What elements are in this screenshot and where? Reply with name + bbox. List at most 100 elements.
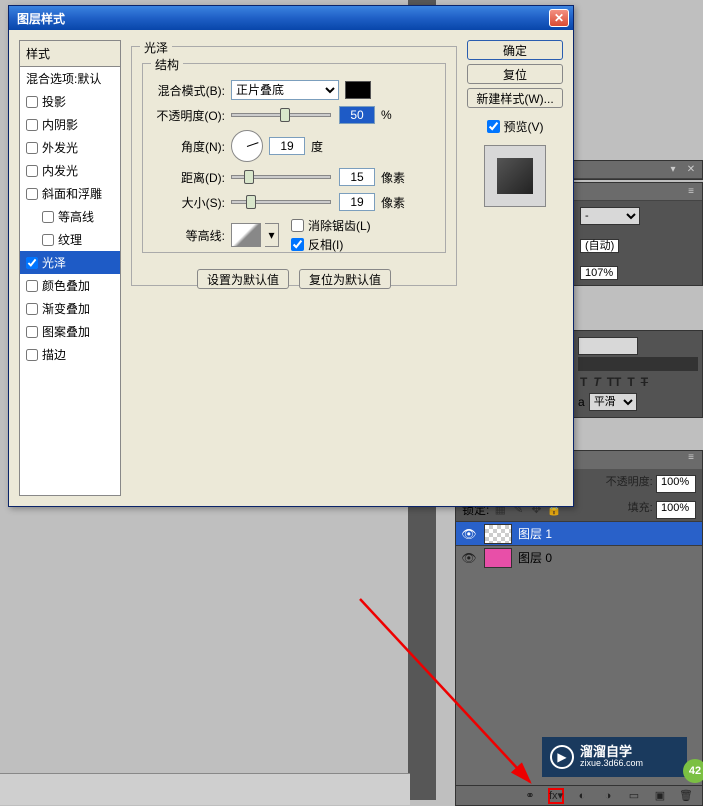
style-label: 内阴影 xyxy=(42,116,78,133)
color-bar[interactable] xyxy=(578,357,698,371)
style-item[interactable]: 斜面和浮雕 xyxy=(20,182,120,205)
style-checkbox[interactable] xyxy=(26,257,38,269)
style-checkbox[interactable] xyxy=(26,303,38,315)
contour-dropdown-icon[interactable]: ▾ xyxy=(265,223,279,247)
angle-input[interactable] xyxy=(269,137,305,155)
mask-icon[interactable]: ◐ xyxy=(574,788,590,804)
panel-menu-icon[interactable]: ▾ xyxy=(666,164,680,176)
type-style-icons[interactable]: T T TT T T xyxy=(580,375,698,389)
antialias-select[interactable]: 平滑 xyxy=(589,393,637,411)
char-select[interactable] xyxy=(578,337,638,355)
style-checkbox[interactable] xyxy=(26,349,38,361)
style-checkbox[interactable] xyxy=(26,280,38,292)
layer-fill-field[interactable]: 100% xyxy=(656,501,696,519)
close-button[interactable]: ✕ xyxy=(549,9,569,27)
style-checkbox[interactable] xyxy=(26,142,38,154)
style-item[interactable]: 光泽 xyxy=(20,251,120,274)
badge: 42 xyxy=(683,759,703,783)
style-item[interactable]: 等高线 xyxy=(20,205,120,228)
satin-color-swatch[interactable] xyxy=(345,81,371,99)
blend-mode-select[interactable]: 正片叠底 xyxy=(231,80,339,100)
panel-auto-field[interactable]: (自动) xyxy=(580,239,619,253)
style-checkbox[interactable] xyxy=(26,165,38,177)
style-item[interactable]: 外发光 xyxy=(20,136,120,159)
styles-list: 样式 混合选项:默认 投影内阴影外发光内发光斜面和浮雕等高线纹理光泽颜色叠加渐变… xyxy=(19,40,121,496)
style-label: 斜面和浮雕 xyxy=(42,185,102,202)
layer-opacity-field[interactable]: 100% xyxy=(656,475,696,493)
style-label: 纹理 xyxy=(58,231,82,248)
panel-select-1[interactable]: - xyxy=(580,207,640,225)
invert-checkbox[interactable]: 反相(I) xyxy=(291,236,371,253)
angle-dial[interactable] xyxy=(231,130,263,162)
layer-name[interactable]: 图层 1 xyxy=(518,525,552,542)
style-label: 图案叠加 xyxy=(42,323,90,340)
size-unit: 像素 xyxy=(381,194,405,211)
styles-header[interactable]: 样式 xyxy=(20,41,120,67)
layer-row-1[interactable]: 👁 图层 1 xyxy=(456,521,702,545)
style-item[interactable]: 图案叠加 xyxy=(20,320,120,343)
layer-thumbnail[interactable] xyxy=(484,548,512,568)
character-panel: T T TT T T a 平滑 xyxy=(573,330,703,418)
layer-row-0[interactable]: 👁 图层 0 xyxy=(456,545,702,569)
style-checkbox[interactable] xyxy=(26,188,38,200)
group-title: 光泽 xyxy=(140,39,172,56)
style-item[interactable]: 投影 xyxy=(20,90,120,113)
set-default-button[interactable]: 设置为默认值 xyxy=(197,269,289,289)
watermark-title: 溜溜自学 xyxy=(580,745,643,759)
panel-percent-field[interactable]: 107% xyxy=(580,266,618,280)
style-checkbox[interactable] xyxy=(26,119,38,131)
adjustment-icon[interactable]: ◑ xyxy=(600,788,616,804)
style-item[interactable]: 内发光 xyxy=(20,159,120,182)
panel-close-icon[interactable]: ✕ xyxy=(684,164,698,176)
visibility-icon[interactable]: 👁 xyxy=(460,551,478,565)
fill-label: 填充: xyxy=(628,502,653,514)
style-item[interactable]: 内阴影 xyxy=(20,113,120,136)
preview-thumbnail xyxy=(484,145,546,207)
style-label: 外发光 xyxy=(42,139,78,156)
style-label: 投影 xyxy=(42,93,66,110)
contour-label: 等高线: xyxy=(153,227,225,244)
layers-menu-icon[interactable]: ≡ xyxy=(684,451,698,463)
style-checkbox[interactable] xyxy=(42,211,54,223)
style-item[interactable]: 渐变叠加 xyxy=(20,297,120,320)
link-layers-icon[interactable]: ⚭ xyxy=(522,788,538,804)
style-item[interactable]: 纹理 xyxy=(20,228,120,251)
cancel-button[interactable]: 复位 xyxy=(467,64,563,84)
opacity-input[interactable] xyxy=(339,106,375,124)
reset-default-button[interactable]: 复位为默认值 xyxy=(299,269,391,289)
style-item[interactable]: 颜色叠加 xyxy=(20,274,120,297)
watermark-url: zixue.3d66.com xyxy=(580,759,643,769)
fx-icon[interactable]: fx▾ xyxy=(548,788,564,804)
panel-menu-icon[interactable]: ≡ xyxy=(684,186,698,198)
new-layer-icon[interactable]: ▣ xyxy=(652,788,668,804)
distance-input[interactable] xyxy=(339,168,375,186)
opacity-slider[interactable] xyxy=(231,113,331,117)
visibility-icon[interactable]: 👁 xyxy=(460,527,478,541)
antialias-checkbox[interactable]: 消除锯齿(L) xyxy=(291,217,371,234)
structure-group: 结构 混合模式(B): 正片叠底 不透明度(O): % 角度(N): xyxy=(142,63,446,253)
angle-label: 角度(N): xyxy=(153,138,225,155)
style-label: 内发光 xyxy=(42,162,78,179)
blend-options-item[interactable]: 混合选项:默认 xyxy=(20,67,120,90)
ok-button[interactable]: 确定 xyxy=(467,40,563,60)
layer-thumbnail[interactable] xyxy=(484,524,512,544)
preview-checkbox[interactable]: 预览(V) xyxy=(467,118,563,135)
opacity-unit: % xyxy=(381,108,392,122)
style-checkbox[interactable] xyxy=(26,96,38,108)
style-item[interactable]: 描边 xyxy=(20,343,120,366)
layer-style-dialog: 图层样式 ✕ 样式 混合选项:默认 投影内阴影外发光内发光斜面和浮雕等高线纹理光… xyxy=(8,5,574,507)
style-label: 描边 xyxy=(42,346,66,363)
layer-name[interactable]: 图层 0 xyxy=(518,549,552,566)
contour-picker[interactable] xyxy=(231,223,261,247)
size-input[interactable] xyxy=(339,193,375,211)
titlebar[interactable]: 图层样式 ✕ xyxy=(9,6,573,30)
style-checkbox[interactable] xyxy=(42,234,54,246)
trash-icon[interactable]: 🗑 xyxy=(678,788,694,804)
opacity-label: 不透明度(O): xyxy=(153,107,225,124)
new-style-button[interactable]: 新建样式(W)... xyxy=(467,88,563,108)
style-checkbox[interactable] xyxy=(26,326,38,338)
size-slider[interactable] xyxy=(231,200,331,204)
distance-slider[interactable] xyxy=(231,175,331,179)
folder-icon[interactable]: ▭ xyxy=(626,788,642,804)
distance-label: 距离(D): xyxy=(153,169,225,186)
